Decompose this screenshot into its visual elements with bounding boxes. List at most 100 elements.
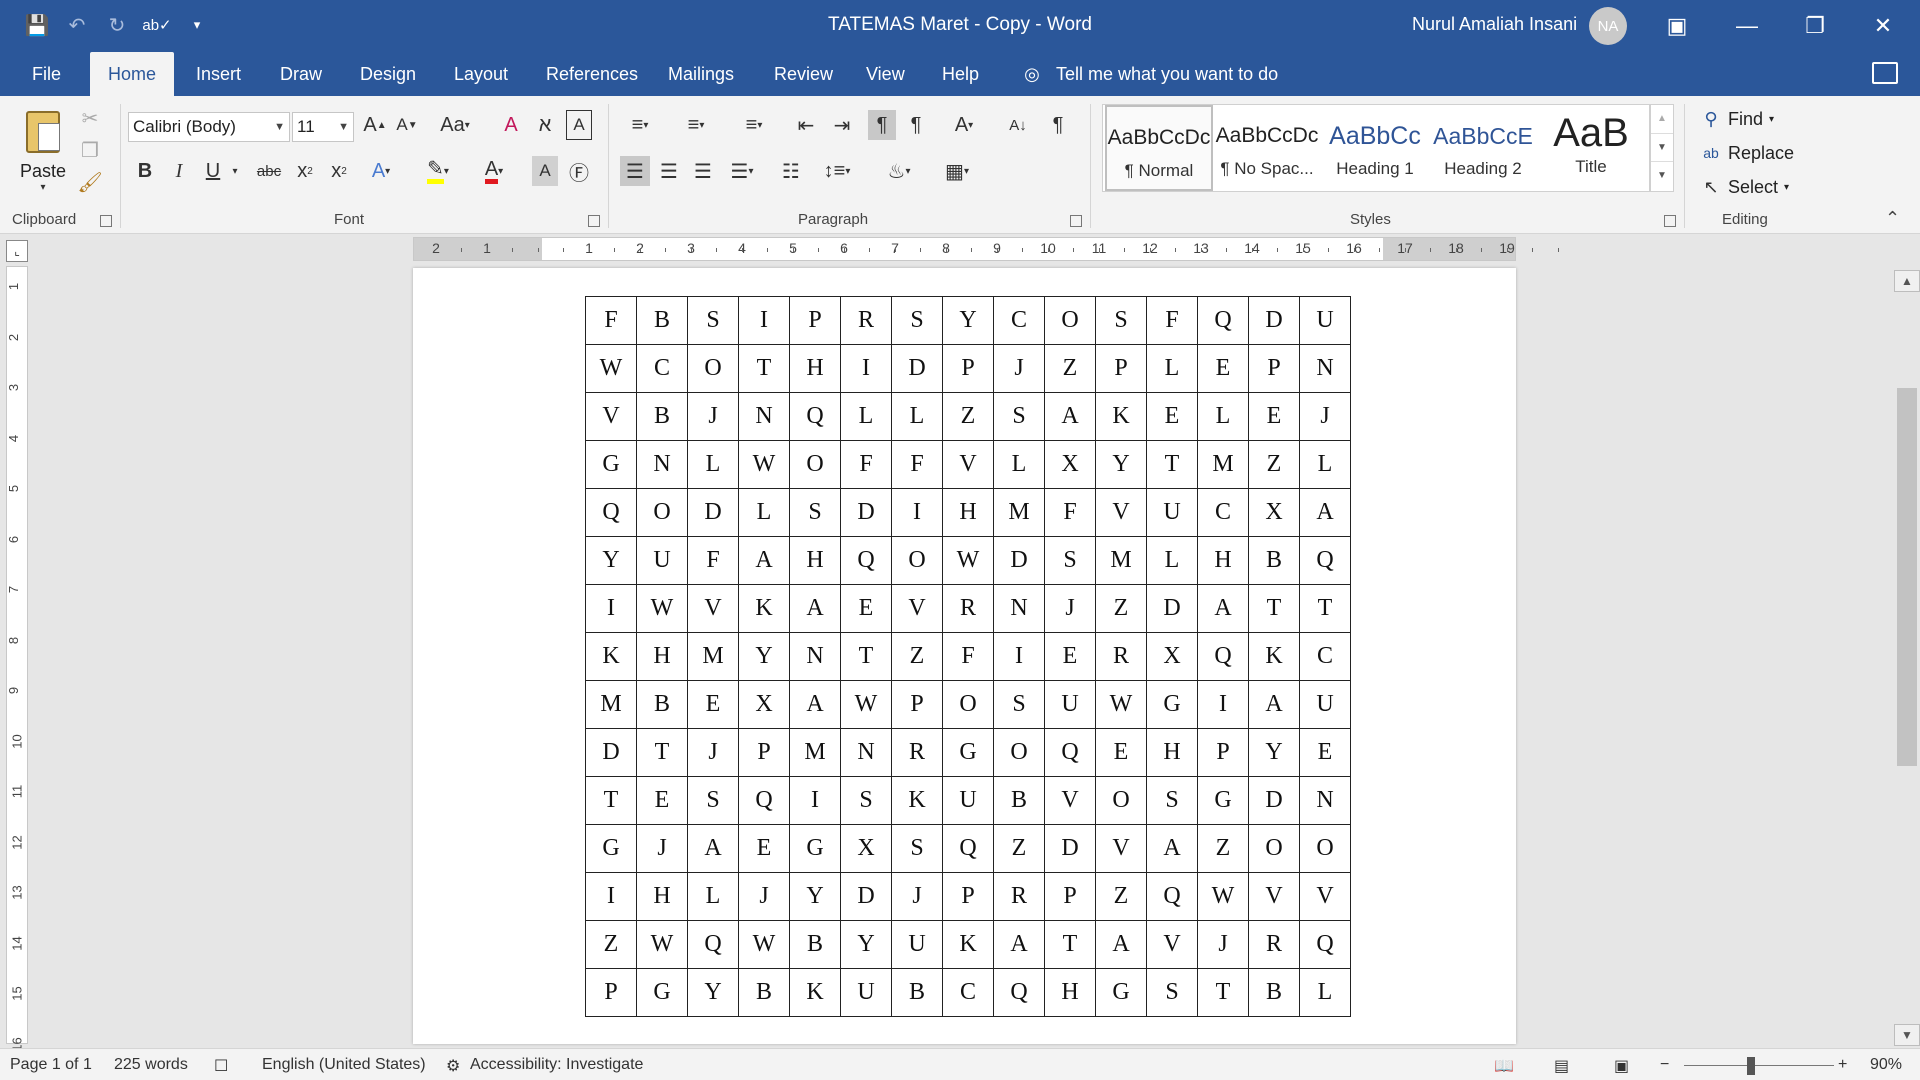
copy-icon[interactable]: ❐ [78, 138, 102, 162]
grid-cell[interactable]: G [1146, 680, 1198, 729]
grid-cell[interactable]: Z [1095, 872, 1147, 921]
grid-cell[interactable]: Y [789, 872, 841, 921]
grid-cell[interactable]: B [738, 968, 790, 1017]
enclose-characters-icon[interactable]: Ⓕ [566, 156, 592, 186]
grid-cell[interactable]: T [585, 776, 637, 825]
grid-cell[interactable]: P [942, 872, 994, 921]
grid-cell[interactable]: M [1095, 536, 1147, 585]
grid-cell[interactable]: H [636, 872, 688, 921]
grid-cell[interactable]: E [1044, 632, 1096, 681]
language[interactable]: English (United States) [262, 1056, 426, 1074]
grid-cell[interactable]: S [789, 488, 841, 537]
grid-cell[interactable]: J [687, 392, 739, 441]
grid-cell[interactable]: V [1299, 872, 1351, 921]
change-case-icon[interactable]: Aa ▾ [434, 110, 476, 140]
shading-icon[interactable]: ♨ ▾ [876, 156, 922, 186]
accessibility-icon[interactable]: ⚙ [446, 1056, 460, 1076]
print-layout-icon[interactable]: ▤ [1554, 1056, 1569, 1076]
decrease-indent-icon[interactable]: ⇤ [792, 110, 820, 140]
grid-cell[interactable]: D [891, 344, 943, 393]
grid-cell[interactable]: P [1095, 344, 1147, 393]
grid-cell[interactable]: Q [687, 920, 739, 969]
accessibility-status[interactable]: Accessibility: Investigate [470, 1056, 643, 1074]
grid-cell[interactable]: U [942, 776, 994, 825]
comments-icon[interactable] [1872, 62, 1898, 84]
grid-cell[interactable]: S [891, 824, 943, 873]
scroll-down-icon[interactable]: ▼ [1894, 1024, 1920, 1046]
grid-cell[interactable]: R [840, 296, 892, 345]
grid-cell[interactable]: L [687, 872, 739, 921]
grid-cell[interactable]: S [687, 776, 739, 825]
grid-cell[interactable]: A [789, 584, 841, 633]
subscript-icon[interactable]: x2 [292, 156, 318, 186]
grid-cell[interactable]: W [1095, 680, 1147, 729]
grid-cell[interactable]: L [1299, 440, 1351, 489]
grid-cell[interactable]: W [942, 536, 994, 585]
grid-cell[interactable]: A [993, 920, 1045, 969]
grid-cell[interactable]: U [1044, 680, 1096, 729]
grid-cell[interactable]: N [993, 584, 1045, 633]
vertical-scrollbar[interactable]: ▲ ▼ [1894, 270, 1920, 1046]
grid-cell[interactable]: G [1095, 968, 1147, 1017]
grid-cell[interactable]: L [840, 392, 892, 441]
grid-cell[interactable]: U [1299, 680, 1351, 729]
grid-cell[interactable]: S [1095, 296, 1147, 345]
grid-cell[interactable]: M [585, 680, 637, 729]
grid-cell[interactable]: D [687, 488, 739, 537]
grid-cell[interactable]: D [1146, 584, 1198, 633]
grid-cell[interactable]: H [942, 488, 994, 537]
grid-cell[interactable]: G [1197, 776, 1249, 825]
grid-cell[interactable]: T [1299, 584, 1351, 633]
grid-cell[interactable]: X [1044, 440, 1096, 489]
ltr-direction-icon[interactable]: ¶ [868, 110, 896, 140]
grid-cell[interactable]: C [636, 344, 688, 393]
font-size-combo[interactable]: 11 ▼ [292, 112, 354, 142]
grid-cell[interactable]: T [636, 728, 688, 777]
grid-cell[interactable]: A [1095, 920, 1147, 969]
grid-cell[interactable]: T [840, 632, 892, 681]
grid-cell[interactable]: P [738, 728, 790, 777]
grid-cell[interactable]: V [891, 584, 943, 633]
grid-cell[interactable]: R [1248, 920, 1300, 969]
grid-cell[interactable]: B [636, 392, 688, 441]
format-painter-icon[interactable]: 🖌 [77, 170, 102, 194]
grid-cell[interactable]: W [738, 920, 790, 969]
grid-cell[interactable]: J [687, 728, 739, 777]
grid-cell[interactable]: R [1095, 632, 1147, 681]
grid-cell[interactable]: U [1299, 296, 1351, 345]
grid-cell[interactable]: L [1299, 968, 1351, 1017]
grid-cell[interactable]: N [789, 632, 841, 681]
grid-cell[interactable]: V [585, 392, 637, 441]
grid-cell[interactable]: K [789, 968, 841, 1017]
grid-cell[interactable]: A [1299, 488, 1351, 537]
grow-font-icon[interactable]: A ▲ [362, 110, 388, 140]
grid-cell[interactable]: Z [891, 632, 943, 681]
grid-cell[interactable]: H [789, 344, 841, 393]
word-search-grid[interactable]: FBSIPRSYCOSFQDUWCOTHIDPJZPLEPNVBJNQLLZSA… [585, 296, 1351, 1017]
rtl-direction-icon[interactable]: ¶ [902, 110, 930, 140]
horizontal-ruler[interactable]: 2112345678910111213141516171819 [413, 237, 1559, 261]
grid-cell[interactable]: S [687, 296, 739, 345]
grid-cell[interactable]: H [789, 536, 841, 585]
grid-cell[interactable]: D [993, 536, 1045, 585]
grid-cell[interactable]: E [1299, 728, 1351, 777]
grid-cell[interactable]: R [942, 584, 994, 633]
tab-selector-icon[interactable]: ⌞ [6, 240, 28, 262]
tab-draw[interactable]: Draw [262, 52, 340, 96]
grid-cell[interactable]: O [789, 440, 841, 489]
strikethrough-icon[interactable]: abc [254, 156, 284, 186]
grid-cell[interactable]: I [840, 344, 892, 393]
grid-cell[interactable]: P [942, 344, 994, 393]
grid-cell[interactable]: V [1044, 776, 1096, 825]
grid-cell[interactable]: S [1146, 776, 1198, 825]
grid-cell[interactable]: Z [1248, 440, 1300, 489]
grid-cell[interactable]: F [840, 440, 892, 489]
bullets-icon[interactable]: ≡ ▾ [620, 110, 660, 140]
grid-cell[interactable]: Z [993, 824, 1045, 873]
grid-cell[interactable]: O [1044, 296, 1096, 345]
grid-cell[interactable]: Q [1197, 296, 1249, 345]
grid-cell[interactable]: J [636, 824, 688, 873]
grid-cell[interactable]: Q [585, 488, 637, 537]
grid-cell[interactable]: X [1146, 632, 1198, 681]
grid-cell[interactable]: J [1197, 920, 1249, 969]
